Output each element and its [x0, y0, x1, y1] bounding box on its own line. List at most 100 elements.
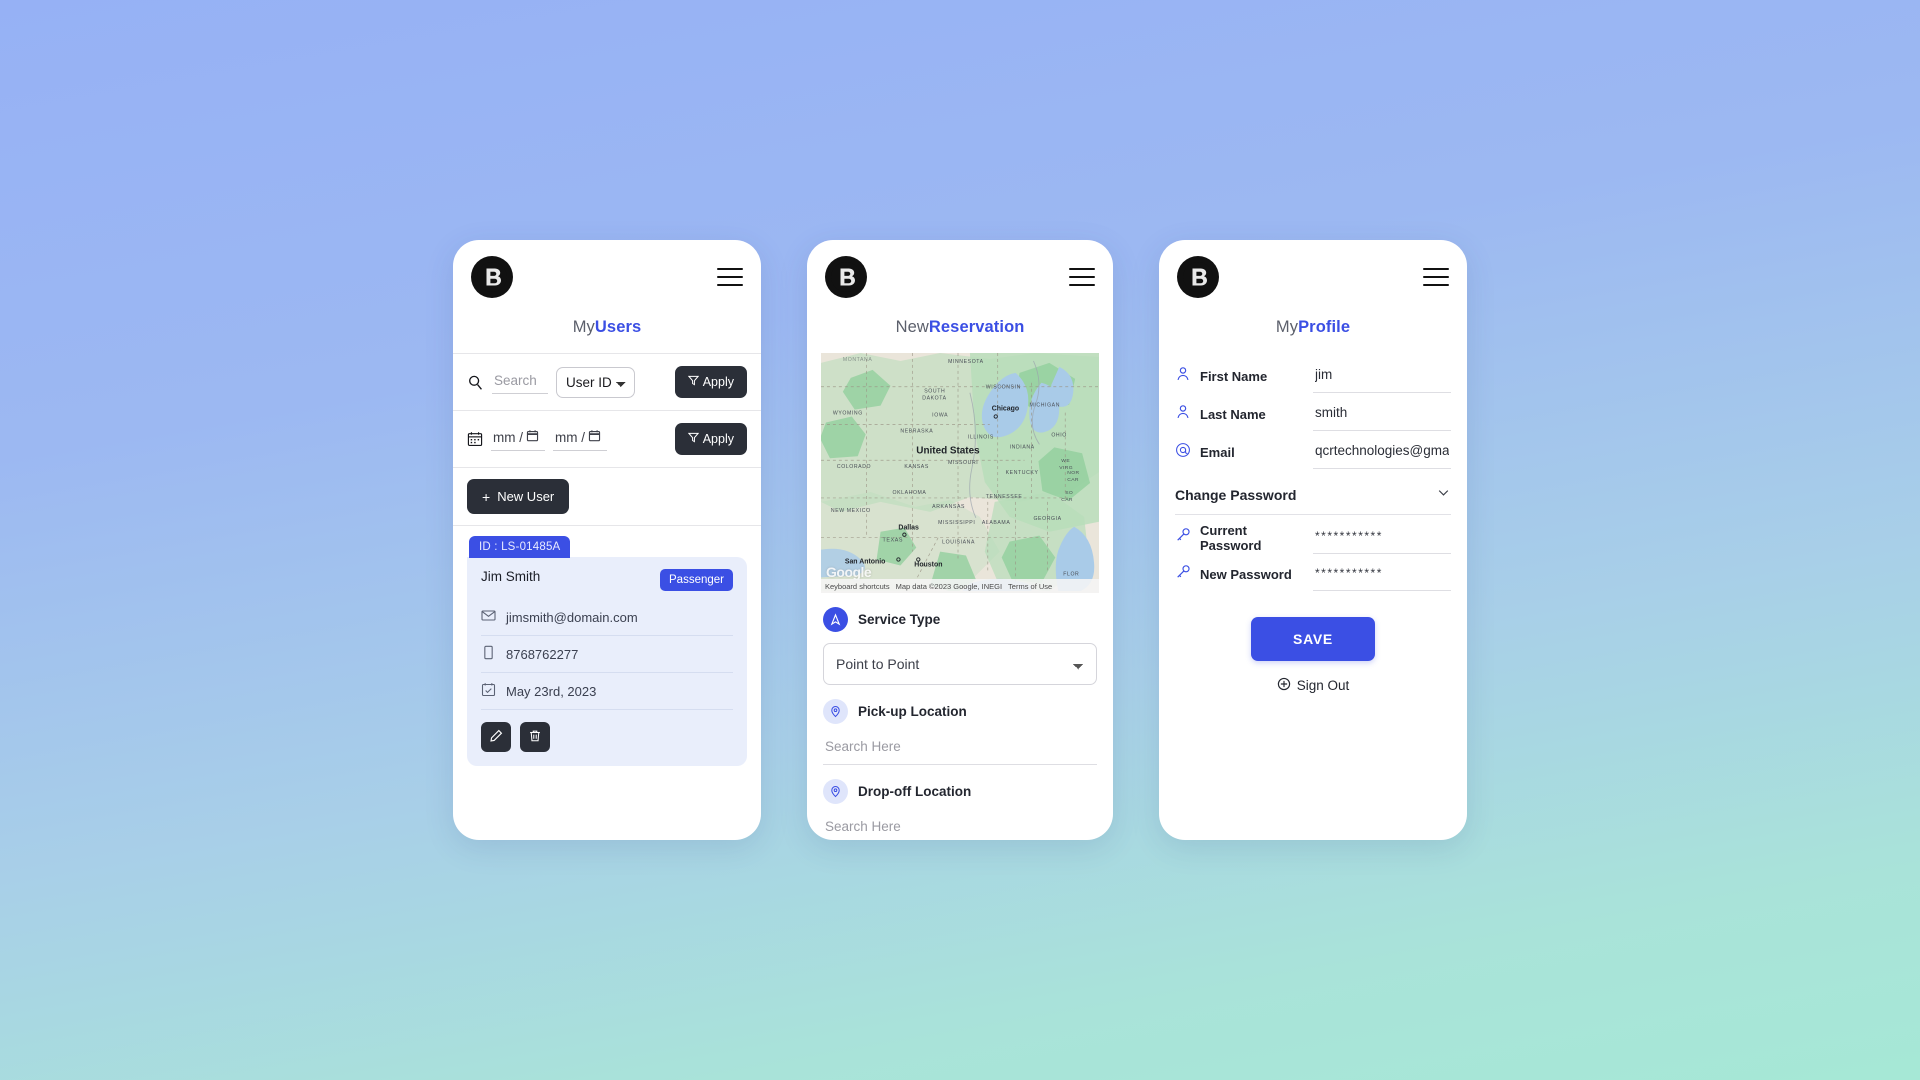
page-title-accent: Users	[594, 318, 642, 336]
map-view[interactable]: MONTANA MINNESOTA SOUTH DAKOTA WISCONSIN…	[821, 353, 1099, 593]
delete-user-button[interactable]	[520, 722, 550, 752]
new-password-input[interactable]	[1313, 558, 1451, 591]
search-field-select[interactable]: User ID	[556, 366, 635, 398]
phone-screen-profile: MyProfile First Name Last Name	[1159, 240, 1467, 840]
dropoff-label: Drop-off Location	[858, 784, 972, 799]
brand-logo-icon[interactable]	[1177, 256, 1219, 298]
menu-bar-1	[1423, 268, 1449, 270]
pickup-input[interactable]	[823, 735, 1097, 765]
menu-bar-1	[1069, 268, 1095, 270]
search-input[interactable]	[492, 370, 548, 394]
service-type-head: Service Type	[823, 607, 1097, 632]
date-to-field[interactable]: mm /	[553, 427, 607, 451]
phone-screen-users: MyUsers User ID Apply	[453, 240, 761, 840]
email-input[interactable]	[1313, 435, 1451, 469]
apply-date-button[interactable]: Apply	[674, 423, 747, 455]
date-to-placeholder: mm /	[555, 429, 585, 445]
new-password-row: New Password	[1175, 558, 1451, 591]
sign-out-label: Sign Out	[1296, 678, 1350, 693]
change-password-toggle[interactable]: Change Password	[1175, 473, 1451, 515]
first-name-input[interactable]	[1313, 359, 1451, 393]
chevron-down-icon[interactable]	[1436, 485, 1451, 505]
person-icon	[1175, 404, 1191, 425]
key-icon	[1175, 564, 1191, 585]
filter-icon	[687, 375, 699, 389]
svg-text:WYOMING: WYOMING	[833, 411, 863, 417]
svg-text:TEXAS: TEXAS	[883, 538, 904, 544]
brand-logo-icon[interactable]	[825, 256, 867, 298]
page-title-prefix: My	[1275, 318, 1299, 336]
brand-logo-icon[interactable]	[471, 256, 513, 298]
email-icon	[481, 608, 496, 626]
date-from-placeholder: mm /	[493, 429, 523, 445]
map-attribution: Keyboard shortcuts Map data ©2023 Google…	[821, 579, 1099, 593]
terms-of-use-link[interactable]: Terms of Use	[1008, 582, 1052, 591]
user-id-badge: ID : LS-01485A	[469, 536, 571, 558]
navigation-arrow-icon	[823, 607, 848, 632]
menu-icon[interactable]	[1423, 268, 1449, 286]
svg-text:NOR: NOR	[1067, 470, 1079, 476]
new-user-button[interactable]: + New User	[467, 479, 570, 514]
svg-text:TENNESSEE: TENNESSEE	[986, 494, 1023, 500]
svg-text:KANSAS: KANSAS	[904, 464, 929, 470]
svg-text:FLOR: FLOR	[1063, 571, 1079, 577]
dropoff-head: Drop-off Location	[823, 779, 1097, 804]
svg-text:WE: WE	[1061, 458, 1070, 464]
first-name-row: First Name	[1175, 359, 1451, 393]
edit-user-button[interactable]	[481, 722, 511, 752]
user-date: May 23rd, 2023	[506, 683, 597, 699]
sign-out-button[interactable]: Sign Out	[1175, 677, 1451, 694]
menu-icon[interactable]	[1069, 268, 1095, 286]
service-type-label: Service Type	[858, 612, 941, 627]
menu-bar-2	[1423, 276, 1449, 278]
current-password-label: Current Password	[1200, 522, 1262, 553]
filter-icon	[687, 432, 699, 446]
svg-text:WISCONSIN: WISCONSIN	[986, 385, 1021, 391]
svg-text:KENTUCKY: KENTUCKY	[1006, 470, 1039, 476]
svg-text:NEW MEXICO: NEW MEXICO	[831, 508, 871, 514]
apply-search-button[interactable]: Apply	[674, 366, 747, 398]
keyboard-shortcuts-label[interactable]: Keyboard shortcuts	[825, 582, 890, 591]
app-stage: MyUsers User ID Apply	[0, 0, 1920, 1080]
new-user-row: + New User	[453, 468, 761, 525]
page-title: NewReservation	[807, 304, 1113, 353]
current-password-input[interactable]	[1313, 521, 1451, 554]
key-icon	[1175, 527, 1191, 548]
svg-text:COLORADO: COLORADO	[837, 464, 871, 470]
svg-text:ALABAMA: ALABAMA	[982, 520, 1011, 526]
change-password-label: Change Password	[1175, 487, 1297, 503]
pickup-head: Pick-up Location	[823, 699, 1097, 724]
page-title-accent: Reservation	[928, 318, 1025, 336]
date-to-picker-icon[interactable]	[588, 429, 601, 445]
pencil-icon	[489, 729, 503, 746]
date-filter-row: mm / mm / Apply	[453, 411, 761, 467]
menu-icon[interactable]	[717, 268, 743, 286]
page-title: MyProfile	[1159, 304, 1467, 353]
date-from-picker-icon[interactable]	[526, 429, 539, 445]
save-button[interactable]: SAVE	[1251, 617, 1375, 661]
svg-text:United States: United States	[916, 445, 980, 456]
svg-text:Dallas: Dallas	[898, 525, 919, 532]
user-card[interactable]: Jim Smith Passenger jimsmith@domain.com	[467, 557, 747, 766]
search-filter-row: User ID Apply	[453, 354, 761, 410]
user-phone-row: 8768762277	[481, 636, 733, 673]
last-name-input[interactable]	[1313, 397, 1451, 431]
user-email: jimsmith@domain.com	[506, 609, 638, 625]
date-from-field[interactable]: mm /	[491, 427, 545, 451]
calendar-check-icon	[481, 682, 496, 700]
email-row: Email	[1175, 435, 1451, 469]
dropoff-input[interactable]	[823, 815, 1097, 840]
service-type-select[interactable]: Point to Point	[823, 643, 1097, 685]
email-label: Email	[1200, 444, 1235, 460]
first-name-label: First Name	[1200, 368, 1268, 384]
svg-text:ARKANSAS: ARKANSAS	[932, 504, 965, 510]
map-pin-icon	[823, 779, 848, 804]
page-title: MyUsers	[453, 304, 761, 353]
user-role-badge: Passenger	[660, 569, 733, 591]
pickup-label: Pick-up Location	[858, 704, 967, 719]
svg-text:NEBRASKA: NEBRASKA	[900, 428, 933, 434]
plus-icon: +	[482, 488, 491, 505]
page-title-prefix: New	[895, 318, 929, 336]
page-title-accent: Profile	[1298, 318, 1351, 336]
profile-topbar	[1159, 240, 1467, 304]
